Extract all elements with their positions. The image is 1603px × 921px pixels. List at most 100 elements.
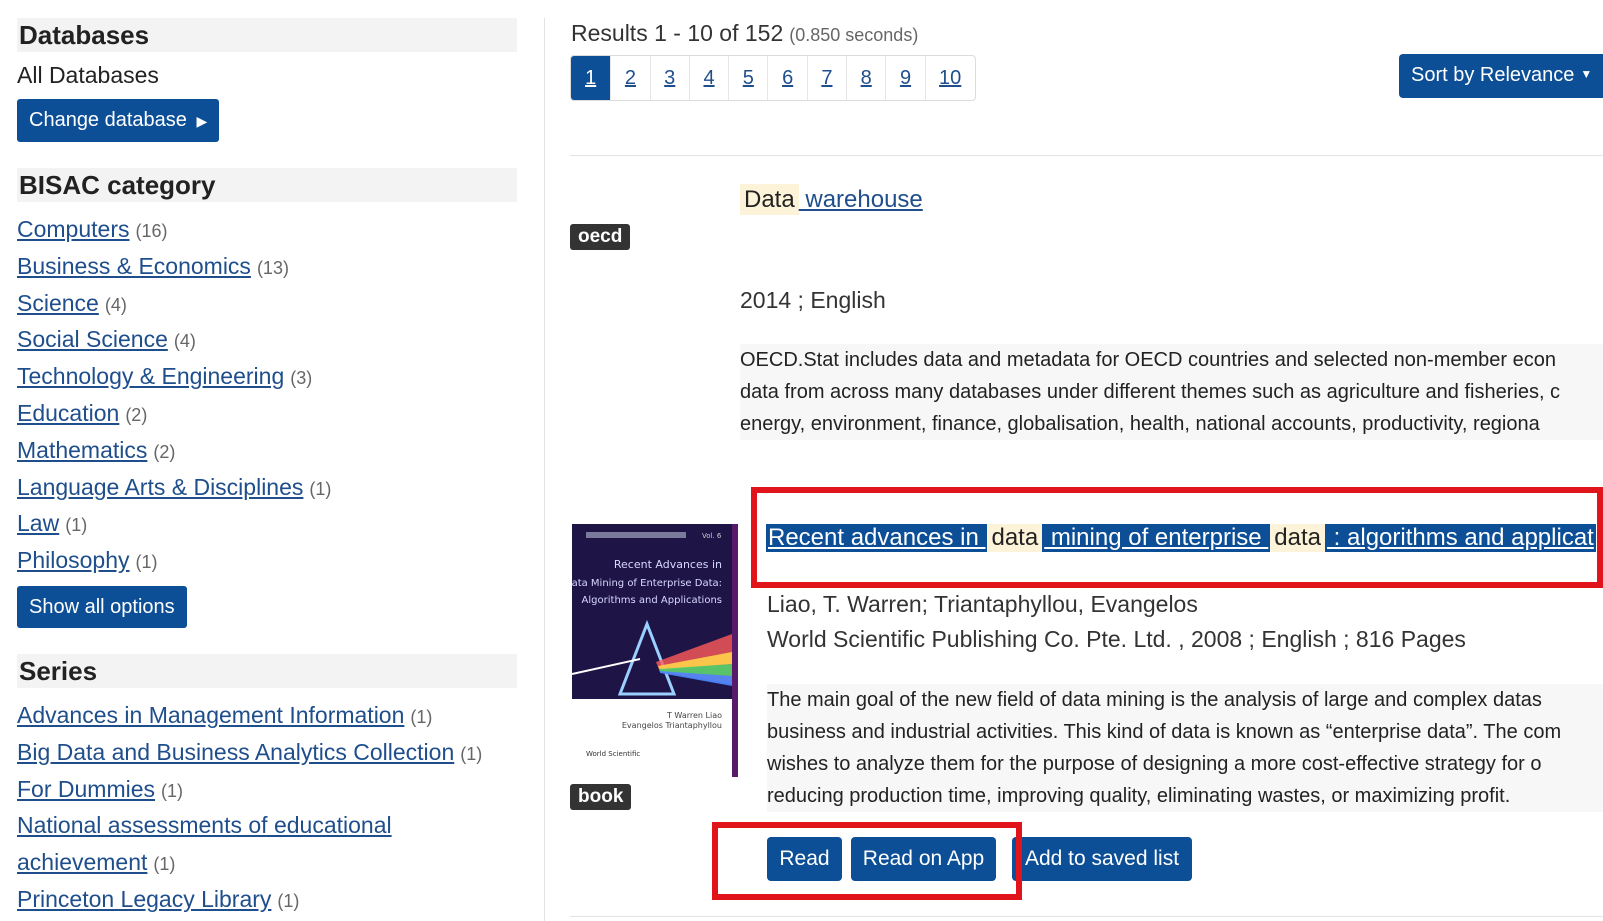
- cover-title-line: Algorithms and Applications: [582, 595, 722, 606]
- cover-title-line: Recent Advances in: [614, 558, 722, 571]
- sort-dropdown[interactable]: Sort by Relevance ▼: [1399, 54, 1603, 98]
- svg-text:Vol. 6: Vol. 6: [702, 532, 722, 540]
- bisac-item-count: (1): [309, 478, 332, 499]
- page-link[interactable]: 10: [924, 56, 975, 100]
- description-line: data from across many databases under di…: [740, 381, 1561, 403]
- description-line: OECD.Stat includes data and metadata for…: [740, 349, 1556, 371]
- caret-down-icon: ▼: [1580, 67, 1593, 81]
- series-item-link[interactable]: For Dummies: [17, 776, 155, 802]
- all-databases-label: All Databases: [17, 62, 159, 88]
- results-divider: [570, 155, 1603, 156]
- bisac-item[interactable]: Mathematics (2): [17, 433, 517, 470]
- series-item[interactable]: Princeton Legacy Library (1): [17, 882, 517, 919]
- bisac-heading: BISAC category: [17, 168, 517, 202]
- description-line: reducing production time, improving qual…: [767, 785, 1511, 807]
- bisac-item[interactable]: Business & Economics (13): [17, 249, 517, 286]
- description-line: energy, environment, finance, globalisat…: [740, 413, 1540, 435]
- result-description: The main goal of the new field of data m…: [767, 684, 1603, 812]
- result-authors: Liao, T. Warren; Triantaphyllou, Evangel…: [767, 591, 1198, 617]
- bisac-item-link[interactable]: Technology & Engineering: [17, 363, 284, 389]
- bisac-list: Computers (16) Business & Economics (13) Sci…: [17, 212, 517, 580]
- series-item[interactable]: Big Data and Business Analytics Collecti…: [17, 735, 517, 772]
- bisac-item-link[interactable]: Social Science: [17, 326, 168, 352]
- cover-title-line: Data Mining of Enterprise Data:: [572, 578, 722, 589]
- change-database-button[interactable]: Change database ▶: [17, 99, 220, 142]
- bisac-item-link[interactable]: Computers: [17, 216, 129, 242]
- series-item-link[interactable]: achievement: [17, 849, 147, 875]
- sort-label: Sort by Relevance: [1411, 64, 1575, 86]
- highlight-box-read: [712, 822, 1022, 900]
- bisac-item[interactable]: Language Arts & Disciplines (1): [17, 470, 517, 507]
- bisac-item-count: (4): [104, 294, 127, 315]
- description-line: business and industrial activities. This…: [767, 721, 1562, 743]
- series-item-count: (1): [410, 706, 433, 727]
- description-line: wishes to analyze them for the purpose o…: [767, 753, 1542, 775]
- series-item[interactable]: National assessments of educational: [17, 808, 517, 845]
- databases-heading: Databases: [17, 18, 517, 52]
- series-item-link[interactable]: National assessments of educational: [17, 812, 392, 838]
- series-item-link[interactable]: Big Data and Business Analytics Collecti…: [17, 739, 454, 765]
- bisac-item[interactable]: Science (4): [17, 286, 517, 323]
- result-title[interactable]: Data warehouse: [740, 184, 923, 215]
- page-link[interactable]: 9: [885, 56, 924, 100]
- page-link[interactable]: 3: [649, 56, 689, 100]
- pagination: 1 2 3 4 5 6 7 8 9 10: [570, 55, 976, 101]
- bisac-item[interactable]: Law (1): [17, 506, 517, 543]
- bisac-item-count: (13): [256, 257, 289, 278]
- page-link[interactable]: 6: [767, 56, 806, 100]
- series-item[interactable]: achievement (1): [17, 845, 517, 882]
- bisac-item[interactable]: Social Science (4): [17, 322, 517, 359]
- page-link[interactable]: 2: [610, 56, 649, 100]
- bisac-item-count: (1): [135, 552, 158, 573]
- series-heading: Series: [17, 653, 517, 688]
- add-to-saved-list-button[interactable]: Add to saved list: [1012, 837, 1192, 881]
- series-item-count: (1): [153, 854, 176, 875]
- bisac-item-link[interactable]: Business & Economics: [17, 253, 251, 279]
- bisac-item-count: (16): [135, 221, 168, 241]
- series-item-count: (1): [277, 890, 300, 911]
- bisac-item[interactable]: Education (2): [17, 396, 517, 433]
- results-summary: Results 1 - 10 of 152 (0.850 seconds): [571, 20, 918, 47]
- bisac-item[interactable]: Philosophy (1): [17, 543, 517, 580]
- series-item[interactable]: Advances in Management Information (1): [17, 698, 517, 735]
- bisac-item-count: (2): [153, 441, 176, 462]
- bisac-item-count: (1): [65, 515, 88, 536]
- bisac-item-link[interactable]: Language Arts & Disciplines: [17, 474, 303, 500]
- series-item-count: (1): [460, 743, 483, 764]
- page-link[interactable]: 5: [728, 56, 767, 100]
- cover-author: T Warren Liao: [666, 711, 722, 720]
- series-item-link[interactable]: Princeton Legacy Library: [17, 886, 271, 912]
- book-cover-image[interactable]: Vol. 6 Recent Advances in Data Mining of…: [572, 524, 738, 777]
- page-link[interactable]: 1: [571, 56, 611, 100]
- page-link[interactable]: 4: [688, 56, 728, 100]
- description-line: The main goal of the new field of data m…: [767, 689, 1542, 711]
- sidebar-divider: [544, 18, 545, 921]
- cover-author: Evangelos Triantaphyllou: [622, 721, 722, 730]
- series-item[interactable]: For Dummies (1): [17, 772, 517, 809]
- result-meta: 2014 ; English: [740, 287, 886, 313]
- cover-publisher: World Scientific: [586, 750, 640, 758]
- bisac-item-link[interactable]: Education: [17, 400, 119, 426]
- title-link[interactable]: warehouse: [799, 186, 922, 213]
- bisac-item-count: (3): [290, 368, 313, 389]
- series-item-link[interactable]: Advances in Management Information: [17, 702, 404, 728]
- show-all-options-button[interactable]: Show all options: [17, 585, 187, 628]
- results-time: (0.850 seconds): [789, 25, 919, 45]
- result-publisher: World Scientific Publishing Co. Pte. Ltd…: [767, 626, 1466, 652]
- bisac-item[interactable]: Technology & Engineering (3): [17, 359, 517, 396]
- result-type-badge: book: [570, 784, 632, 810]
- series-list: Advances in Management Information (1) Big…: [17, 698, 517, 919]
- bisac-item-link[interactable]: Mathematics: [17, 437, 147, 463]
- page-link[interactable]: 7: [806, 56, 846, 100]
- bisac-item-link[interactable]: Law: [17, 510, 59, 536]
- book-cover-art: Vol. 6 Recent Advances in Data Mining of…: [572, 524, 732, 777]
- bisac-item-link[interactable]: Science: [17, 290, 99, 316]
- highlight-box-title: [751, 487, 1603, 588]
- sidebar: Databases All Databases Change database …: [17, 18, 517, 919]
- title-highlight[interactable]: Data: [740, 184, 799, 215]
- page-link[interactable]: 8: [846, 56, 885, 100]
- results-count: Results 1 - 10 of 152: [571, 20, 784, 46]
- bisac-item[interactable]: Computers (16): [17, 212, 517, 249]
- bisac-item-link[interactable]: Philosophy: [17, 547, 130, 573]
- results-divider: [570, 916, 1603, 917]
